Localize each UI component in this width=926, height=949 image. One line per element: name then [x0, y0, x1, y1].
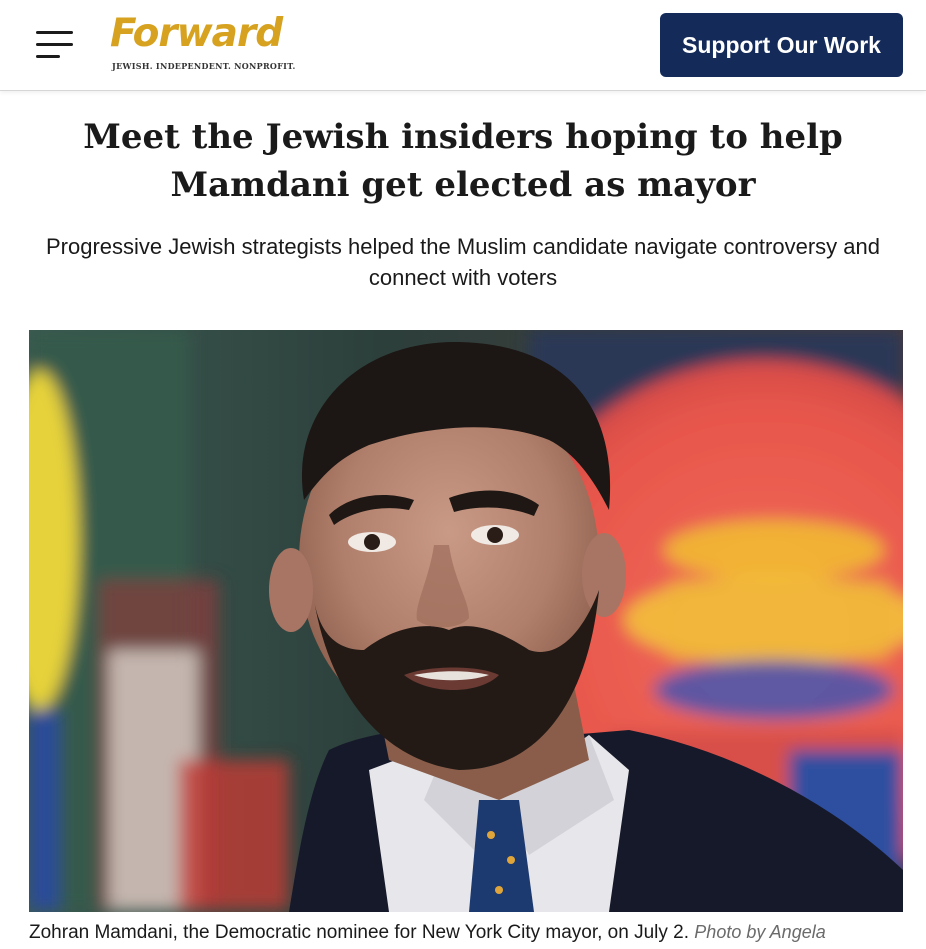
menu-line	[36, 55, 60, 58]
article-subheadline: Progressive Jewish strategists helped th…	[46, 234, 880, 290]
hero-photo	[29, 330, 903, 912]
logo-wordmark: Forward	[110, 11, 283, 56]
menu-line	[36, 31, 73, 34]
menu-line	[36, 43, 73, 46]
logo-tagline: JEWISH. INDEPENDENT. NONPROFIT.	[112, 61, 296, 71]
photo-credit: Photo by Angela	[694, 922, 826, 942]
photo-caption: Zohran Mamdani, the Democratic nominee f…	[29, 917, 909, 947]
caption-text: Zohran Mamdani, the Democratic nominee f…	[29, 922, 690, 943]
forward-logo[interactable]: Forward JEWISH. INDEPENDENT. NONPROFIT.	[110, 11, 300, 74]
support-our-work-button[interactable]: Support Our Work	[660, 13, 903, 77]
hamburger-menu-icon[interactable]	[36, 29, 74, 61]
site-header: Forward JEWISH. INDEPENDENT. NONPROFIT. …	[0, 0, 926, 91]
article-headline: Meet the Jewish insiders hoping to help …	[83, 117, 843, 205]
